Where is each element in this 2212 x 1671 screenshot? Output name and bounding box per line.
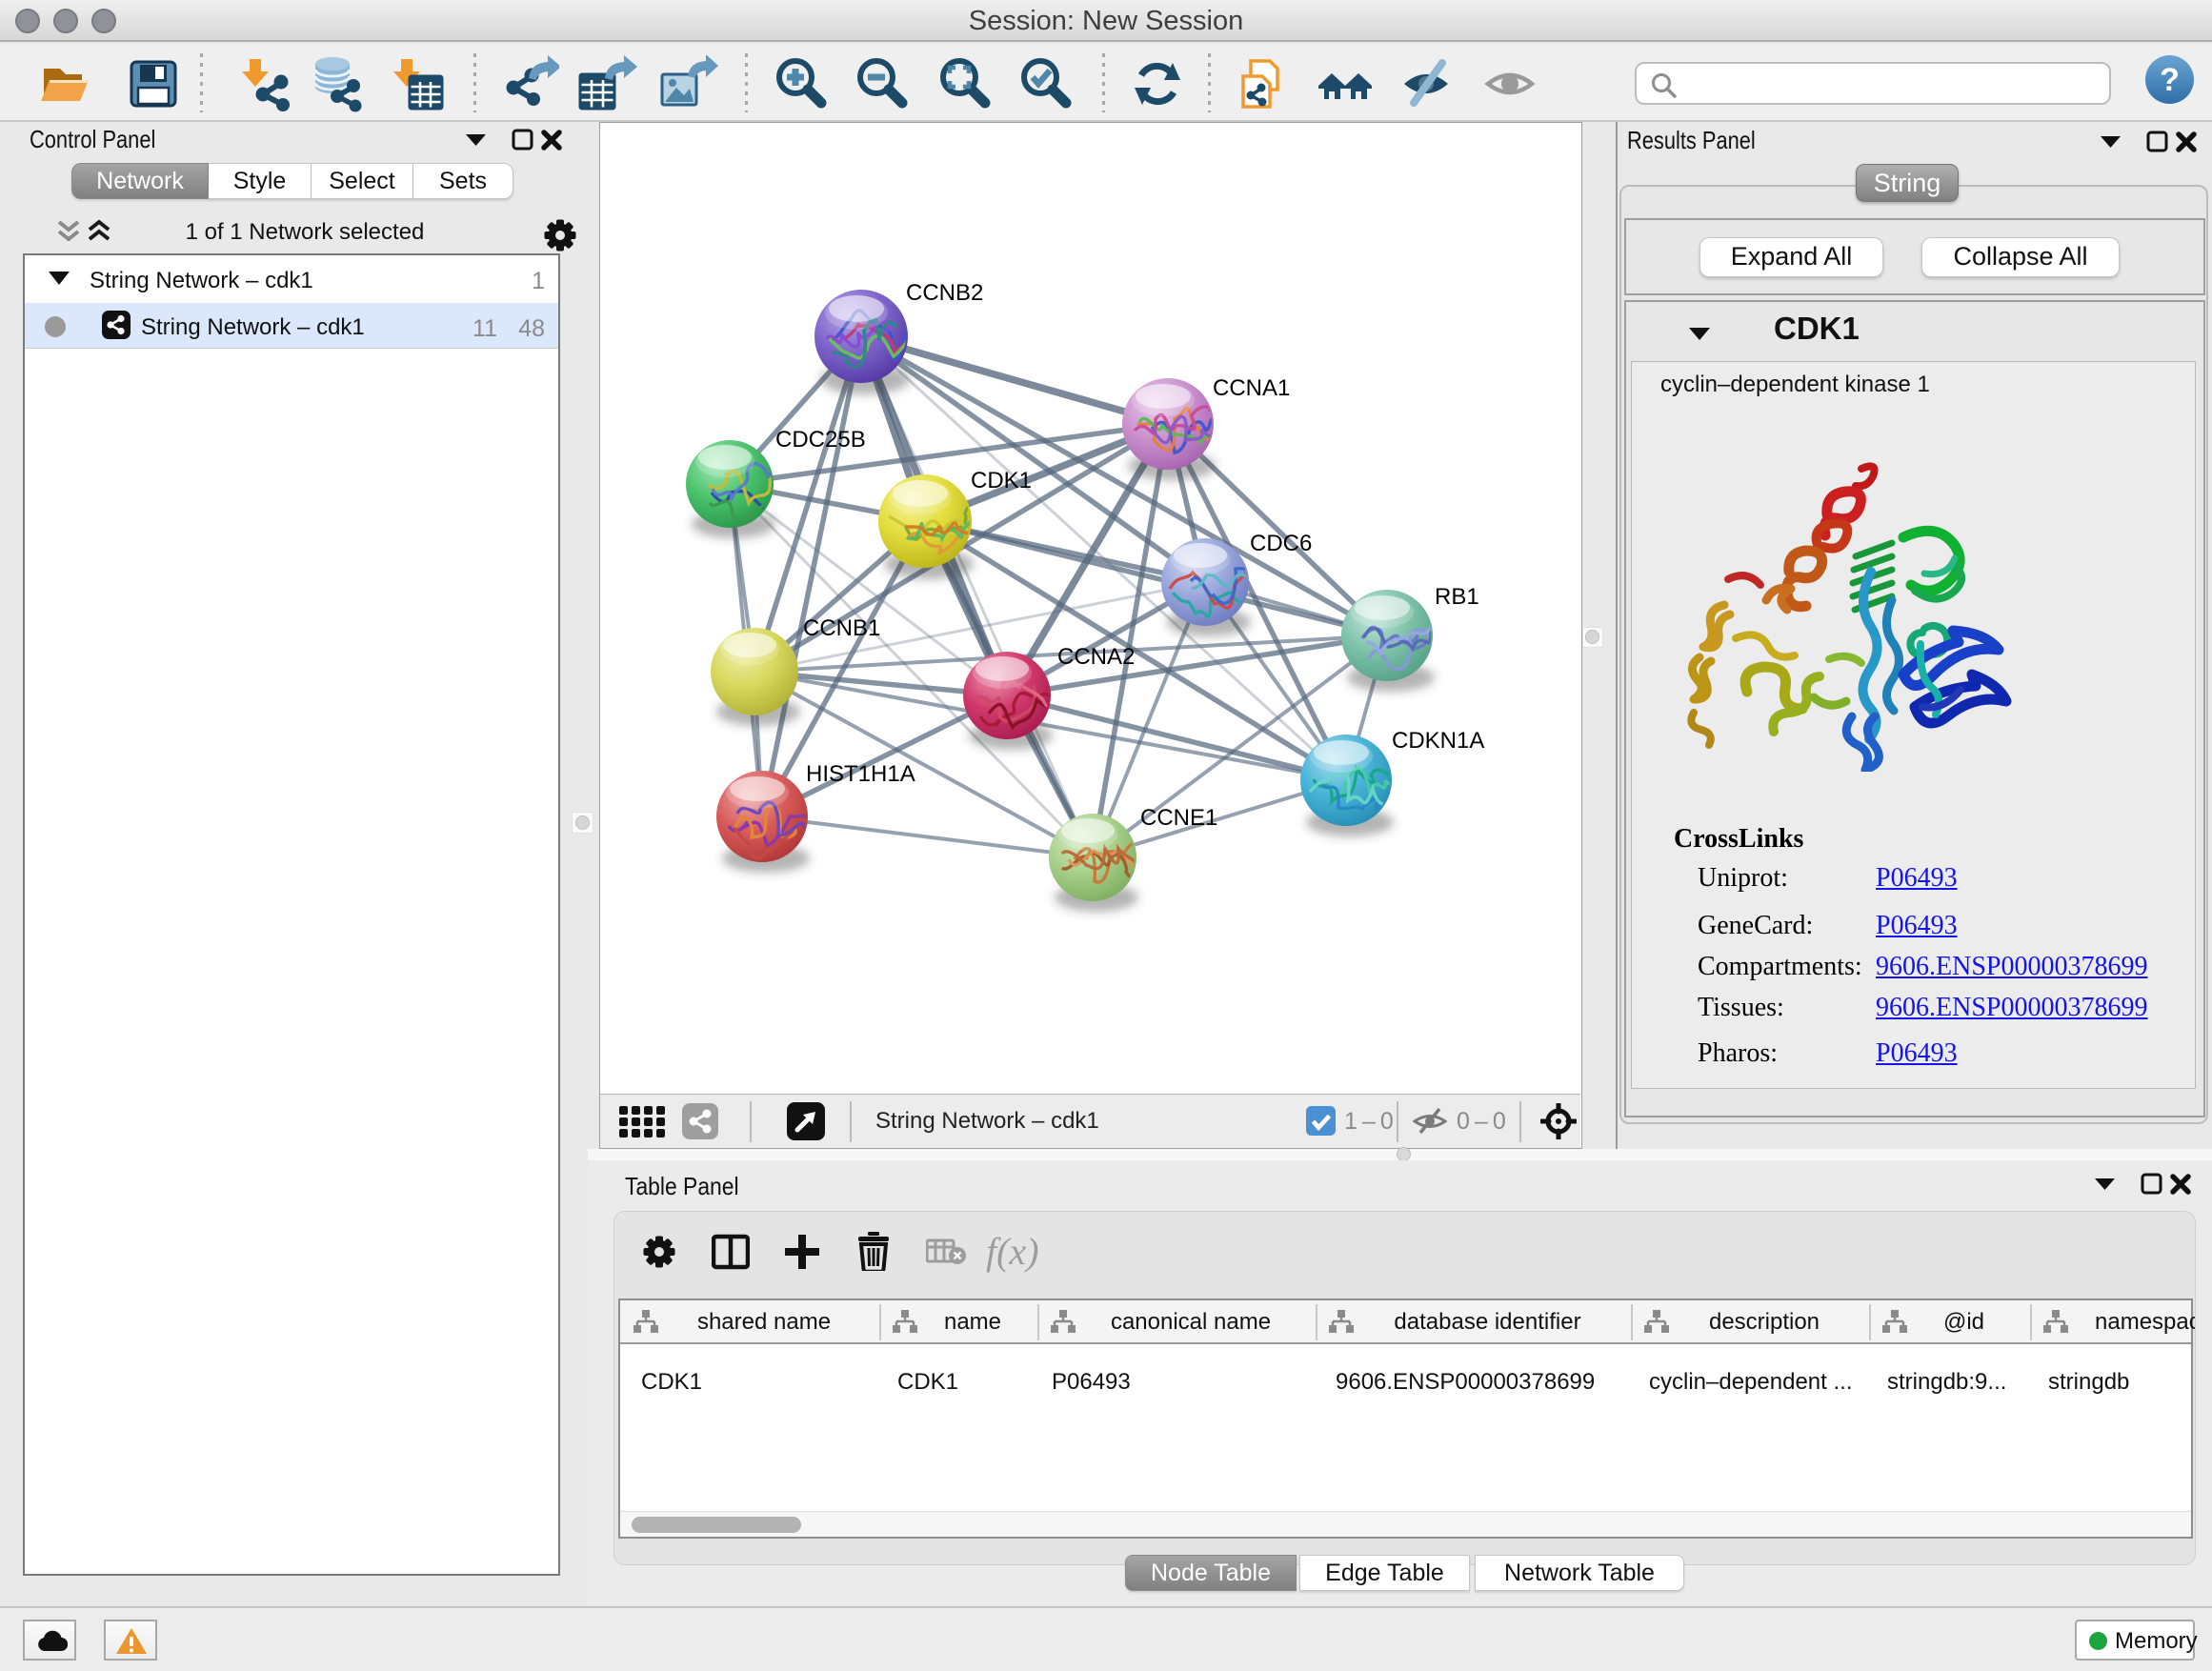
svg-text:?: ? (2160, 62, 2180, 98)
svg-text:RB1: RB1 (1435, 584, 1479, 610)
svg-text:CCNA1: CCNA1 (1213, 375, 1290, 401)
svg-text:CCNB2: CCNB2 (906, 280, 983, 306)
svg-text:CDKN1A: CDKN1A (1392, 728, 1484, 754)
svg-text:CCNE1: CCNE1 (1140, 805, 1217, 831)
svg-text:HIST1H1A: HIST1H1A (806, 761, 915, 787)
svg-text:CDK1: CDK1 (971, 468, 1032, 493)
svg-text:CCNA2: CCNA2 (1057, 644, 1135, 670)
svg-text:CDC6: CDC6 (1250, 531, 1312, 556)
svg-text:CDC25B: CDC25B (775, 427, 866, 453)
svg-text:CCNB1: CCNB1 (803, 615, 880, 641)
